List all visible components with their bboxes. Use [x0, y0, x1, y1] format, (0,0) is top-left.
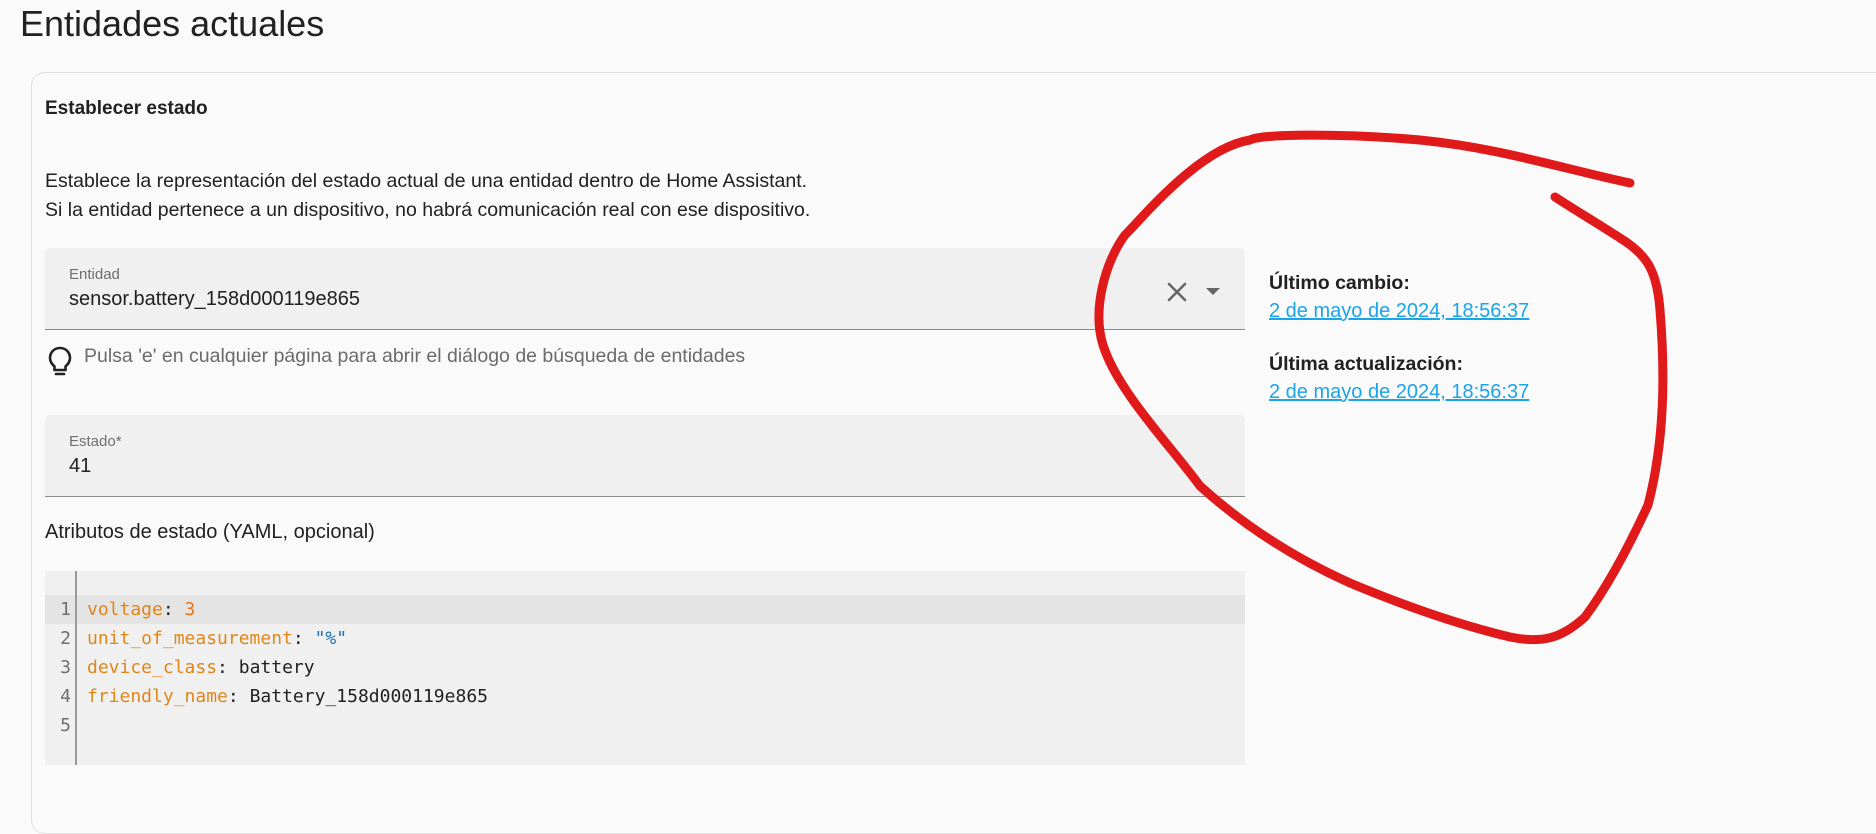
state-field[interactable]: Estado* 41: [45, 415, 1245, 497]
close-icon[interactable]: [1163, 278, 1191, 306]
description-line-1: Establece la representación del estado a…: [45, 170, 808, 192]
entity-field-label: Entidad: [69, 266, 120, 283]
yaml-value: Battery_158d000119e865: [249, 686, 488, 707]
yaml-separator: :: [292, 628, 315, 649]
caret-down-icon[interactable]: [1199, 278, 1227, 306]
yaml-line: 3 device_class: battery: [45, 653, 1245, 682]
yaml-separator: :: [217, 657, 239, 678]
entity-field-value[interactable]: sensor.battery_158d000119e865: [69, 288, 360, 311]
state-field-label: Estado*: [69, 433, 122, 450]
last-updated-label: Última actualización:: [1269, 353, 1463, 375]
yaml-line: 4 friendly_name: Battery_158d000119e865: [45, 682, 1245, 711]
yaml-line: 1 voltage: 3: [45, 595, 1245, 624]
yaml-key: voltage: [87, 599, 163, 620]
attributes-label: Atributos de estado (YAML, opcional): [45, 521, 375, 543]
yaml-value: 3: [184, 599, 196, 620]
page-title: Entidades actuales: [20, 3, 325, 44]
description-line-2: Si la entidad pertenece a un dispositivo…: [45, 199, 811, 221]
last-updated-link[interactable]: 2 de mayo de 2024, 18:56:37: [1269, 381, 1529, 404]
yaml-separator: :: [162, 599, 185, 620]
entity-field[interactable]: Entidad sensor.battery_158d000119e865: [45, 248, 1245, 330]
yaml-key: unit_of_measurement: [87, 628, 293, 649]
state-field-value[interactable]: 41: [69, 455, 91, 478]
yaml-key: friendly_name: [87, 686, 228, 707]
editor-gutter: [45, 571, 77, 765]
yaml-value: battery: [238, 657, 315, 678]
yaml-line: 2 unit_of_measurement: "%": [45, 624, 1245, 653]
yaml-separator: :: [227, 686, 250, 707]
yaml-editor[interactable]: 1 voltage: 3 2 unit_of_measurement: "%" …: [45, 571, 1245, 765]
last-changed-label: Último cambio:: [1269, 272, 1410, 294]
yaml-key: device_class: [87, 657, 218, 678]
last-changed-link[interactable]: 2 de mayo de 2024, 18:56:37: [1269, 300, 1529, 323]
hint-text: Pulsa 'e' en cualquier página para abrir…: [84, 345, 746, 367]
card-title: Establecer estado: [45, 98, 208, 119]
yaml-value: "%": [314, 628, 348, 649]
yaml-line: 5: [45, 711, 1245, 740]
lightbulb-icon: [45, 344, 75, 378]
